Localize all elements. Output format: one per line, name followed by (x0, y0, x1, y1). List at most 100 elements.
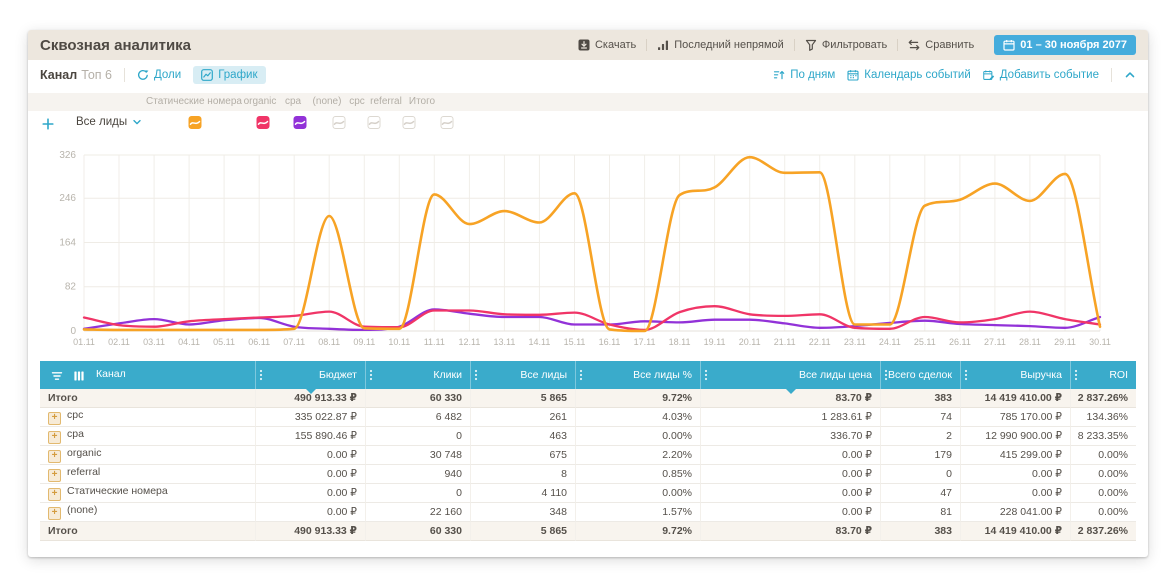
svg-text:17.11: 17.11 (634, 337, 656, 347)
events-calendar-button[interactable]: Календарь событий (847, 69, 971, 81)
svg-text:04.11: 04.11 (178, 337, 200, 347)
table-columns-icon[interactable] (73, 370, 85, 382)
total-cell: Итого (40, 389, 255, 408)
column-header-2[interactable]: Бюджет (255, 361, 365, 394)
date-range-label: 01 – 30 ноября 2077 (1020, 39, 1127, 51)
collapse-chart-button[interactable] (1124, 69, 1136, 81)
add-series-button[interactable] (42, 118, 54, 130)
shares-button[interactable]: Доли (137, 69, 181, 81)
channels-table-wrap: Канал Бюджет Клики Все лиды Все лиды % Все ли… (28, 361, 1148, 541)
expand-row-icon[interactable]: + (48, 412, 61, 425)
table-cell: 9.72% (575, 389, 700, 408)
table-row-5[interactable]: + referral 0.00 ₽940 8 0.85% 0.00 ₽0 0.00 ₽0.0… (40, 465, 1136, 484)
column-label: Выручка (1020, 369, 1062, 381)
download-button[interactable]: Скачать (568, 39, 646, 51)
column-menu-icon[interactable] (259, 369, 263, 381)
legend-series-label: Итого (408, 96, 436, 107)
table-header-row: Канал Бюджет Клики Все лиды Все лиды % Все ли… (40, 361, 1136, 394)
table-cell: 0.00 ₽ (255, 484, 365, 503)
column-header-5[interactable]: Все лиды % (575, 361, 700, 389)
channel-cell: + Статические номера (40, 484, 255, 503)
table-cell: 60 330 (365, 389, 470, 408)
calendar-grid-icon (847, 69, 859, 81)
table-cell: 0.00 ₽ (960, 484, 1070, 503)
filter-button[interactable]: Фильтровать (795, 39, 897, 51)
expand-row-icon[interactable]: + (48, 431, 61, 444)
column-header-3[interactable]: Клики (365, 361, 470, 389)
expand-row-icon[interactable]: + (48, 507, 61, 520)
legend-chip-2[interactable] (256, 116, 270, 129)
column-label: Канал (96, 367, 126, 380)
expand-row-icon[interactable]: + (48, 488, 61, 501)
table-cell: 30 748 (365, 446, 470, 465)
expand-row-icon[interactable]: + (48, 450, 61, 463)
add-event-button[interactable]: Добавить событие (982, 69, 1099, 81)
column-header-8[interactable]: Выручка (960, 361, 1070, 389)
table-cell: 348 (470, 503, 575, 522)
table-cell: 60 330 (365, 522, 470, 541)
chart-gridlines (83, 154, 1101, 332)
table-cell: 0 (880, 465, 960, 484)
table-cell: 785 170.00 ₽ (960, 408, 1070, 427)
table-row-8[interactable]: Итого 490 913.33 ₽60 330 5 865 9.72% 83.70 ₽… (40, 522, 1136, 541)
table-cell: 261 (470, 408, 575, 427)
table-filter-icon[interactable] (51, 370, 63, 382)
svg-text:12.11: 12.11 (458, 337, 480, 347)
svg-text:11.11: 11.11 (424, 337, 445, 347)
table-row-4[interactable]: + organic 0.00 ₽30 748 675 2.20% 0.00 ₽179 415… (40, 446, 1136, 465)
svg-text:0: 0 (70, 326, 76, 337)
table-cell: 2.20% (575, 446, 700, 465)
svg-text:06.11: 06.11 (248, 337, 270, 347)
column-menu-icon[interactable] (474, 369, 478, 381)
column-menu-icon[interactable] (369, 369, 373, 381)
legend-chip-3[interactable] (293, 116, 307, 129)
table-cell: 0.00% (1070, 465, 1136, 484)
table-row-2[interactable]: + cpc 335 022.87 ₽6 482 261 4.03% 1 283.61 ₽7… (40, 408, 1136, 427)
legend-chip-6[interactable] (402, 116, 416, 129)
channel-cell: + cpc (40, 408, 255, 427)
legend-chip-7[interactable] (440, 116, 454, 129)
column-menu-icon[interactable] (884, 369, 888, 381)
svg-text:07.11: 07.11 (283, 337, 305, 347)
table-cell: 5 865 (470, 522, 575, 541)
table-row-3[interactable]: + cpa 155 890.46 ₽0 463 0.00% 336.70 ₽2 12 990… (40, 427, 1136, 446)
channel-cell: + cpa (40, 427, 255, 446)
table-row-6[interactable]: + Статические номера 0.00 ₽0 4 110 0.00% 0.00… (40, 484, 1136, 503)
attribution-button[interactable]: Последний непрямой (647, 39, 794, 51)
svg-text:09.11: 09.11 (353, 337, 375, 347)
svg-text:24.11: 24.11 (879, 337, 901, 347)
chart-view-button[interactable]: График (193, 66, 266, 84)
column-label: ROI (1109, 369, 1128, 381)
column-header-channel[interactable]: Канал (40, 361, 255, 389)
column-menu-icon[interactable] (704, 369, 708, 381)
channel-name: organic (67, 447, 102, 459)
legend-chip-1[interactable] (188, 116, 202, 129)
metric-selector[interactable]: Все лиды (76, 116, 142, 128)
by-days-button[interactable]: По дням (773, 69, 835, 81)
compare-button[interactable]: Сравнить (898, 39, 984, 51)
action-label: Фильтровать (821, 39, 888, 51)
column-header-6[interactable]: Все лиды цена (700, 361, 880, 394)
expand-row-icon[interactable]: + (48, 469, 61, 482)
total-cell: Итого (40, 522, 255, 541)
column-label: Клики (433, 369, 462, 381)
table-row-1[interactable]: Итого 490 913.33 ₽60 330 5 865 9.72% 83.70 ₽… (40, 389, 1136, 408)
table-cell: 0.00 ₽ (255, 465, 365, 484)
column-menu-icon[interactable] (964, 369, 968, 381)
legend-chip-4[interactable] (332, 116, 346, 129)
table-cell: 0.00 ₽ (255, 503, 365, 522)
table-cell: 0.00 ₽ (700, 446, 880, 465)
column-header-9[interactable]: ROI (1070, 361, 1136, 389)
column-menu-icon[interactable] (579, 369, 583, 381)
column-header-4[interactable]: Все лиды (470, 361, 575, 389)
column-header-7[interactable]: Всего сделок (880, 361, 960, 389)
table-cell: 0.00 ₽ (700, 484, 880, 503)
legend-chip-5[interactable] (367, 116, 381, 129)
column-menu-icon[interactable] (1074, 369, 1078, 381)
traffic-chart: 0 82 164 246 326 01.11 02.11 03.11 04.11 05.11 06.… (28, 137, 1148, 359)
svg-text:22.11: 22.11 (809, 337, 831, 347)
date-range-button[interactable]: 01 – 30 ноября 2077 (994, 35, 1136, 55)
svg-text:08.11: 08.11 (318, 337, 340, 347)
table-row-7[interactable]: + (none) 0.00 ₽22 160 348 1.57% 0.00 ₽81 228 0… (40, 503, 1136, 522)
svg-text:15.11: 15.11 (564, 337, 586, 347)
